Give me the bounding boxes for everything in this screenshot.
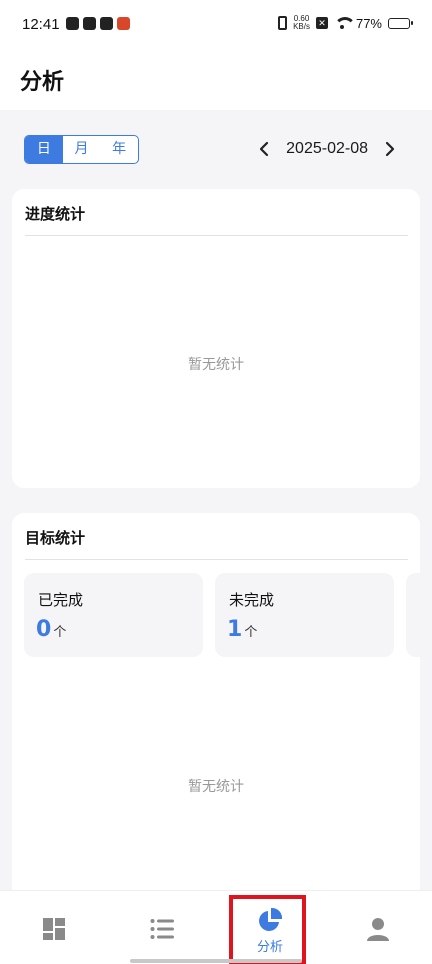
tiktok-icon	[100, 17, 113, 30]
completed-stat[interactable]: 已完成 0 个	[24, 573, 203, 657]
completed-label: 已完成	[38, 591, 84, 609]
nav-item-profile[interactable]	[324, 891, 432, 964]
incomplete-stat[interactable]: 未完成 1 个	[215, 573, 394, 657]
completed-unit: 个	[53, 625, 67, 640]
vibrate-icon	[278, 16, 288, 30]
completed-count: 0	[36, 617, 52, 642]
nav-item-list[interactable]	[108, 891, 216, 964]
notification-app-icon	[117, 17, 130, 30]
battery-icon	[388, 17, 413, 29]
chevron-right-icon[interactable]	[378, 137, 402, 161]
progress-stats-card: 进度统计 暂无统计	[12, 189, 420, 488]
dashboard-grid-icon	[43, 918, 65, 940]
goal-stats-card: 目标统计 已完成 0 个 未完成 1 个 暂无统计	[12, 513, 420, 913]
highlight-box	[229, 895, 306, 964]
period-option-month[interactable]: 月	[63, 136, 101, 163]
page-title: 分析	[20, 70, 65, 95]
goal-stats-title: 目标统计	[25, 529, 86, 547]
notification-app-icon	[66, 17, 79, 30]
period-option-year[interactable]: 年	[100, 136, 138, 163]
network-speed-unit: KB/s	[293, 22, 310, 31]
period-selector: 日 月 年	[24, 135, 139, 164]
sim-off-icon: ✕	[315, 17, 328, 29]
bottom-nav: 分析	[0, 890, 432, 964]
notification-app-icon	[83, 17, 96, 30]
incomplete-label: 未完成	[229, 591, 275, 609]
list-icon	[150, 919, 174, 939]
date-navigator: 2025-02-08	[252, 137, 402, 161]
notification-icons	[66, 17, 130, 30]
wifi-icon	[333, 17, 356, 29]
stat-box-partial[interactable]	[406, 573, 420, 657]
person-icon	[367, 918, 389, 941]
period-option-day[interactable]: 日	[25, 136, 63, 163]
header: 分析	[0, 52, 432, 110]
current-date: 2025-02-08	[286, 140, 368, 157]
progress-empty-text: 暂无统计	[188, 357, 244, 373]
nav-item-dashboard[interactable]	[0, 891, 108, 964]
goal-empty-text: 暂无统计	[188, 779, 244, 795]
completed-value: 0 个	[36, 617, 66, 642]
status-bar: 12:41 0.60 KB/s ✕ 77%	[0, 0, 432, 52]
incomplete-count: 1	[227, 617, 243, 642]
divider	[25, 235, 408, 236]
network-speed: 0.60 KB/s	[293, 15, 310, 31]
battery-percentage: 77%	[355, 15, 382, 31]
chevron-left-icon[interactable]	[252, 137, 276, 161]
status-time: 12:41	[22, 16, 60, 33]
incomplete-value: 1 个	[227, 617, 257, 642]
status-indicators: 0.60 KB/s ✕ 77%	[278, 15, 413, 31]
divider	[25, 559, 408, 560]
incomplete-unit: 个	[244, 625, 258, 640]
home-indicator	[130, 959, 302, 963]
progress-stats-title: 进度统计	[25, 205, 86, 223]
